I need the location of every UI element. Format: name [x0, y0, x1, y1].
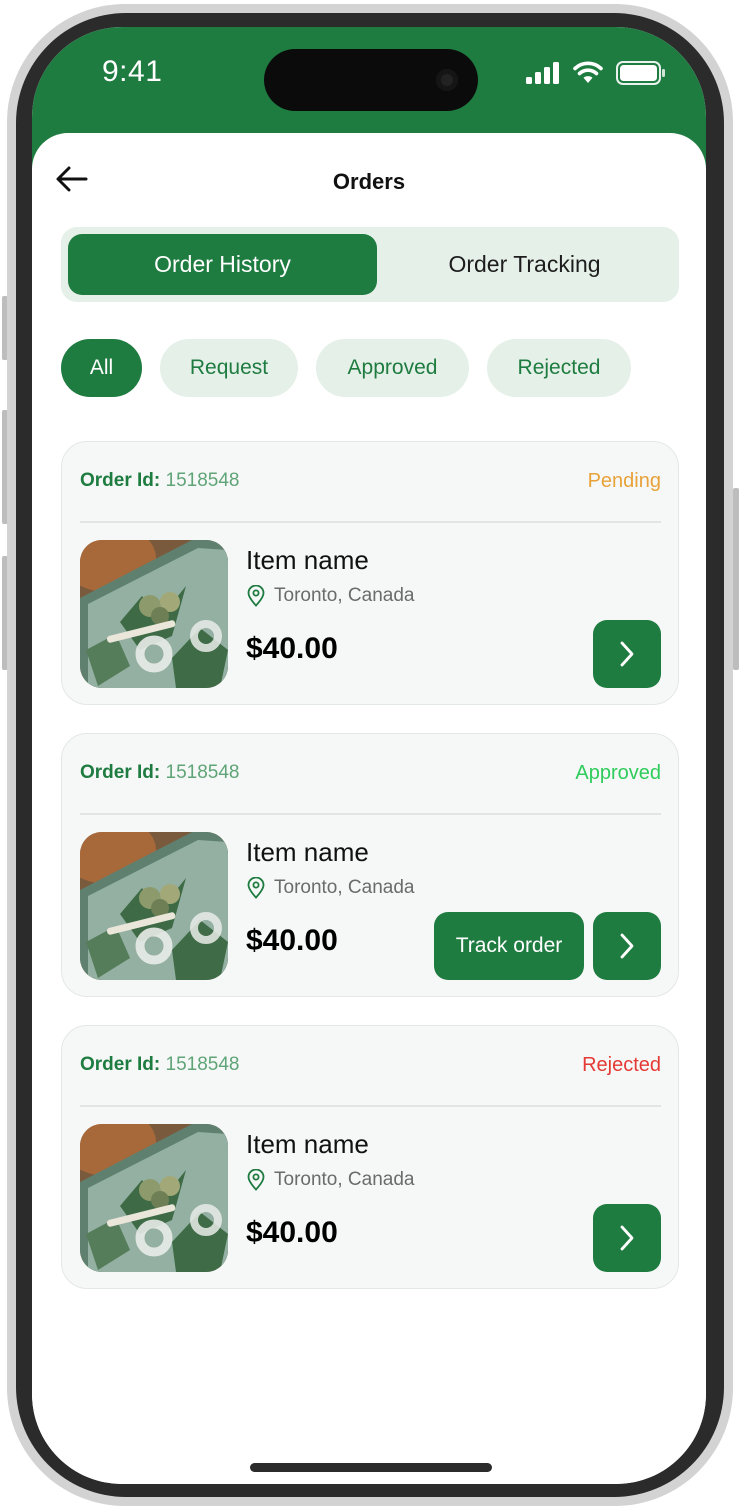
- order-id-label: Order Id:: [80, 470, 161, 491]
- orders-page: Orders Order History Order Tracking All …: [32, 133, 706, 1484]
- filter-chip-rejected[interactable]: Rejected: [487, 339, 631, 397]
- wifi-icon: [573, 61, 603, 83]
- page-title: Orders: [332, 169, 406, 194]
- tab-order-tracking[interactable]: Order Tracking: [377, 234, 672, 295]
- order-id-value: 1518548: [165, 470, 240, 491]
- item-name: Item name: [246, 837, 369, 867]
- item-location: Toronto, Canada: [246, 877, 415, 899]
- order-id: Order Id: 1518548: [80, 470, 239, 492]
- phone-screen: 9:41 Orders Order History Order Tracking…: [32, 27, 706, 1484]
- card-divider: [80, 813, 661, 815]
- item-name: Item name: [246, 1129, 369, 1159]
- item-location: Toronto, Canada: [246, 1169, 415, 1191]
- tab-order-history[interactable]: Order History: [68, 234, 377, 295]
- location-text: Toronto, Canada: [274, 585, 415, 606]
- power-button: [733, 488, 739, 670]
- track-order-button[interactable]: Track order: [434, 912, 584, 980]
- order-card: Order Id: 1518548 Pending Item name Toro…: [61, 441, 679, 705]
- item-price: $40.00: [246, 924, 338, 957]
- order-status: Rejected: [582, 1054, 661, 1076]
- product-image: [80, 832, 228, 980]
- order-id: Order Id: 1518548: [80, 1054, 239, 1076]
- order-id: Order Id: 1518548: [80, 762, 239, 784]
- dynamic-island: [264, 49, 478, 111]
- order-id-value: 1518548: [165, 1054, 240, 1075]
- camera-icon: [436, 69, 458, 91]
- card-divider: [80, 521, 661, 523]
- item-price: $40.00: [246, 632, 338, 665]
- order-id-label: Order Id:: [80, 762, 161, 783]
- filter-chip-request[interactable]: Request: [160, 339, 298, 397]
- order-status: Approved: [575, 762, 661, 784]
- signal-icon: [526, 62, 559, 84]
- battery-icon: [616, 61, 665, 85]
- chevron-right-icon: [620, 641, 634, 667]
- order-details-button[interactable]: [593, 912, 661, 980]
- item-location: Toronto, Canada: [246, 585, 415, 607]
- item-price: $40.00: [246, 1216, 338, 1249]
- order-view-toggle: Order History Order Tracking: [61, 227, 679, 302]
- product-image: [80, 540, 228, 688]
- location-pin-icon: [247, 585, 265, 607]
- product-image: [80, 1124, 228, 1272]
- order-card: Order Id: 1518548 Approved Item name Tor…: [61, 733, 679, 997]
- location-pin-icon: [247, 877, 265, 899]
- location-text: Toronto, Canada: [274, 1169, 415, 1190]
- item-name: Item name: [246, 545, 369, 575]
- order-details-button[interactable]: [593, 1204, 661, 1272]
- order-card: Order Id: 1518548 Rejected Item name Tor…: [61, 1025, 679, 1289]
- location-text: Toronto, Canada: [274, 877, 415, 898]
- order-status: Pending: [587, 470, 661, 492]
- status-icons: [526, 61, 666, 85]
- order-id-label: Order Id:: [80, 1054, 161, 1075]
- filter-chip-all[interactable]: All: [61, 339, 142, 397]
- chevron-right-icon: [620, 933, 634, 959]
- card-divider: [80, 1105, 661, 1107]
- order-id-value: 1518548: [165, 762, 240, 783]
- order-details-button[interactable]: [593, 620, 661, 688]
- home-indicator[interactable]: [250, 1463, 492, 1472]
- chevron-right-icon: [620, 1225, 634, 1251]
- status-time: 9:41: [102, 55, 163, 88]
- filter-chip-approved[interactable]: Approved: [316, 339, 469, 397]
- location-pin-icon: [247, 1169, 265, 1191]
